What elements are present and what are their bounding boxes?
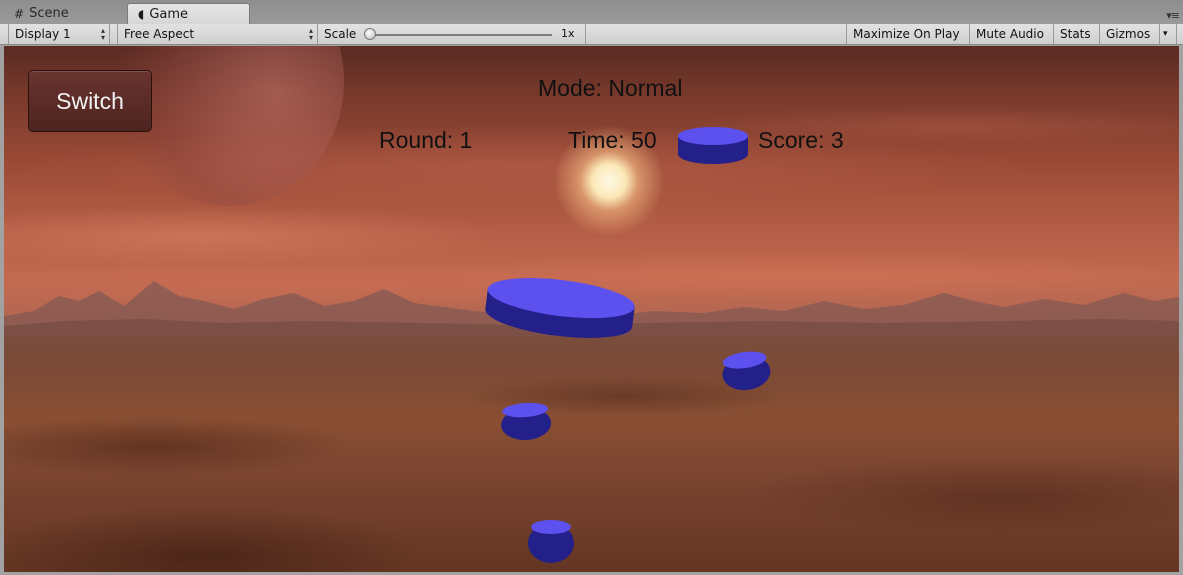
tab-game-label: Game — [149, 6, 189, 22]
gizmos-dropdown[interactable]: ▾ — [1160, 24, 1177, 44]
time-label: Time: 50 — [568, 127, 657, 153]
maximize-on-play-toggle[interactable]: Maximize On Play — [846, 24, 970, 44]
tab-strip: # Scene ◖ Game ▾≡ — [0, 0, 1183, 24]
tab-scene-label: Scene — [29, 6, 69, 21]
scale-control: Scale 1x — [318, 24, 586, 44]
round-label: Round: 1 — [379, 127, 473, 153]
aspect-dropdown[interactable]: Free Aspect ▴ ▾ — [117, 24, 318, 44]
updown-arrows-icon: ▴ ▾ — [308, 26, 313, 42]
stats-toggle[interactable]: Stats — [1054, 24, 1100, 44]
scale-label: Scale — [324, 27, 357, 41]
gizmos-toggle[interactable]: Gizmos — [1100, 24, 1160, 44]
terrain — [4, 336, 1179, 572]
tab-scene[interactable]: # Scene — [4, 3, 122, 24]
maximize-on-play-label: Maximize On Play — [853, 27, 960, 41]
tab-menu-icon[interactable]: ▾≡ — [1166, 9, 1180, 22]
switch-button-label: Switch — [56, 87, 124, 114]
display-dropdown-label: Display 1 — [15, 27, 71, 41]
scale-value: 1x — [561, 27, 575, 40]
game-toolbar: Display 1 ▴ ▾ Free Aspect ▴ ▾ Scale 1x Max… — [0, 24, 1183, 45]
updown-arrows-icon: ▴ ▾ — [100, 26, 105, 42]
aspect-dropdown-label: Free Aspect — [124, 27, 195, 41]
mute-audio-toggle[interactable]: Mute Audio — [970, 24, 1054, 44]
tab-game[interactable]: ◖ Game — [127, 3, 250, 24]
unity-editor-window: # Scene ◖ Game ▾≡ Display 1 ▴ ▾ Free Aspe… — [0, 0, 1183, 575]
mute-audio-label: Mute Audio — [976, 27, 1044, 41]
distant-mountains — [4, 281, 1179, 341]
game-viewport[interactable]: Switch Mode: Normal Round: 1 Time: 50 Sc… — [4, 46, 1179, 572]
stats-label: Stats — [1060, 27, 1091, 41]
score-label: Score: 3 — [758, 127, 844, 153]
mode-label: Mode: Normal — [538, 75, 683, 101]
switch-button[interactable]: Switch — [28, 70, 152, 132]
gizmos-label: Gizmos — [1106, 27, 1151, 41]
chevron-down-icon: ▾ — [1163, 29, 1168, 39]
scale-slider-track[interactable] — [366, 34, 552, 36]
grid-icon: # — [14, 6, 25, 21]
pacman-game-icon: ◖ — [138, 7, 145, 21]
display-dropdown[interactable]: Display 1 ▴ ▾ — [8, 24, 110, 44]
scale-slider-thumb[interactable] — [364, 28, 376, 40]
